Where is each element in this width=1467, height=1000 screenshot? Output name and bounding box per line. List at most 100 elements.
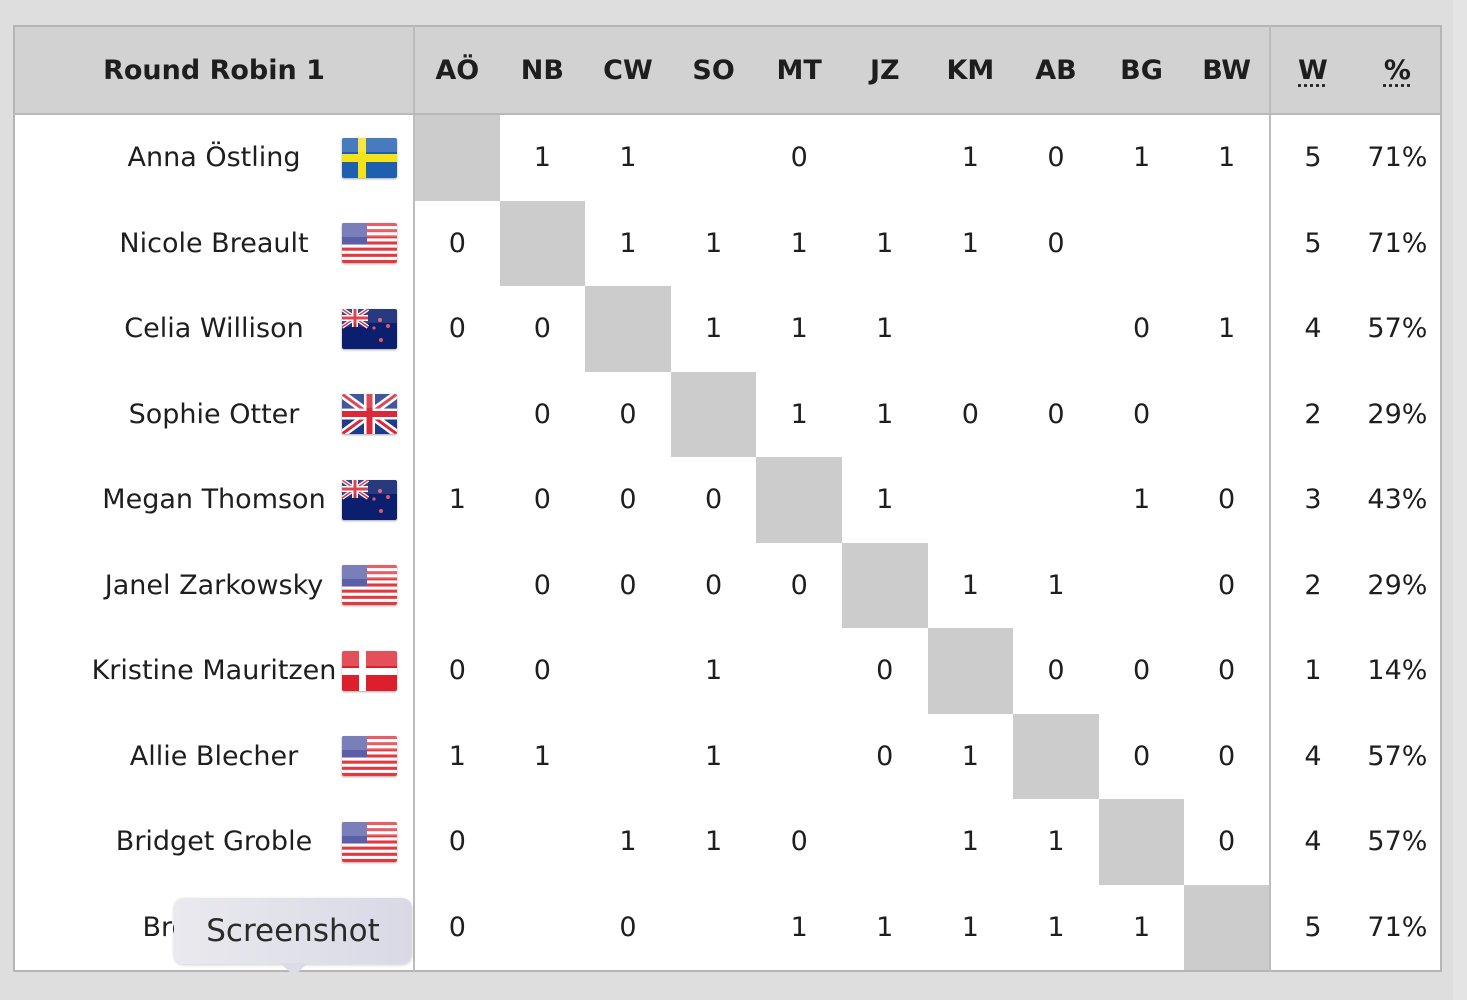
result-cell: 0 [1218, 740, 1236, 772]
win-percent-cell: 57% [1367, 313, 1428, 345]
column-header-opponent[interactable]: AB [1013, 26, 1099, 115]
self-match-cell [1098, 799, 1185, 885]
result-cell [1184, 201, 1270, 287]
result-cell: 1 [704, 655, 723, 687]
win-percent-cell: 57% [1367, 740, 1428, 772]
player-name[interactable]: Nicole Breault [119, 228, 308, 259]
new-zealand-flag-icon [342, 308, 397, 349]
column-header-opponent[interactable]: SO [670, 26, 757, 115]
table-row: Janel Zarkowsky 0 0 0 0 1 1 0 2 29% [14, 542, 1441, 629]
result-cell: 1 [1047, 826, 1065, 858]
table-row: Bridget Groble 0 1 1 0 1 1 0 4 57% [14, 799, 1441, 885]
player-cell: Nicole Breault [14, 201, 414, 287]
result-cell: 1 [413, 457, 500, 543]
player-name[interactable]: Kristine Mauritzen [92, 655, 337, 686]
result-cell: 1 [790, 398, 808, 430]
result-cell: 1 [961, 569, 979, 601]
wins-header-label: W [1298, 54, 1328, 86]
player-name[interactable]: Allie Blecher [130, 741, 298, 772]
column-header-opponent[interactable]: KM [927, 26, 1014, 115]
wins-cell: 2 [1268, 371, 1355, 457]
column-header-opponent[interactable]: NB [499, 26, 586, 115]
column-header-wins[interactable]: W [1268, 26, 1355, 115]
result-cell: 0 [413, 286, 500, 372]
result-cell: 0 [1218, 826, 1236, 858]
self-match-cell [841, 542, 928, 628]
result-cell: 0 [876, 655, 894, 687]
win-percent-cell: 71% [1367, 142, 1428, 174]
result-cell: 0 [790, 826, 808, 858]
result-cell: 1 [704, 313, 723, 345]
result-cell [1099, 543, 1185, 629]
result-cell: 0 [1218, 569, 1236, 601]
result-cell: 1 [619, 826, 637, 858]
win-percent-cell: 29% [1367, 569, 1428, 601]
table-row: Sophie Otter 0 0 1 1 0 0 0 2 29% [14, 371, 1441, 458]
result-cell: 0 [619, 569, 637, 601]
win-percent-cell: 57% [1367, 826, 1428, 858]
result-cell: 1 [704, 826, 723, 858]
column-header-opponent[interactable]: MT [756, 26, 842, 115]
usa-flag-icon [342, 736, 397, 777]
result-cell: 0 [1132, 740, 1151, 772]
result-cell: 1 [876, 398, 894, 430]
result-cell: 0 [790, 142, 808, 174]
result-cell: 1 [704, 227, 723, 259]
table-row: Allie Blecher 1 1 1 0 1 0 0 4 57% [14, 713, 1441, 800]
result-cell [756, 714, 842, 800]
player-cell: Bridget Groble [14, 799, 414, 885]
wins-cell: 5 [1268, 200, 1355, 286]
player-name[interactable]: Bridget Groble [116, 826, 312, 857]
result-cell: 1 [533, 142, 551, 174]
table-row: Kristine Mauritzen 0 0 1 0 0 0 0 1 14% [14, 628, 1441, 714]
result-cell: 0 [1218, 655, 1236, 687]
round-robin-table: Round Robin 1 AÖ NB CW SO MT JZ KM AB BG BW W% Ann… [13, 25, 1442, 972]
wins-cell: 1 [1268, 628, 1355, 714]
result-cell: 0 [1047, 142, 1065, 174]
result-cell: 0 [876, 740, 894, 772]
player-cell: Sophie Otter [14, 372, 414, 458]
wins-cell: 5 [1268, 114, 1355, 201]
player-name[interactable]: Megan Thomson [102, 484, 325, 515]
table-row: Anna Östling 1 1 0 1 0 1 1 5 71% [14, 114, 1441, 201]
column-header-percent[interactable]: % [1354, 26, 1441, 115]
self-match-cell [413, 114, 500, 201]
player-name[interactable]: Celia Willison [124, 313, 303, 344]
result-cell [585, 714, 671, 800]
result-cell: 1 [1132, 142, 1151, 174]
self-match-cell [927, 628, 1014, 714]
player-name[interactable]: Anna Östling [128, 142, 301, 173]
header-row: Round Robin 1 AÖ NB CW SO MT JZ KM AB BG BW W% [14, 26, 1441, 115]
result-cell: 0 [413, 884, 500, 971]
result-cell [413, 542, 500, 628]
result-cell [1099, 201, 1185, 287]
result-cell [500, 799, 586, 885]
result-cell: 1 [876, 484, 894, 516]
result-cell: 1 [790, 911, 808, 943]
uk-flag-icon [342, 394, 397, 435]
result-cell [842, 114, 928, 201]
table-row: Megan Thomson 1 0 0 0 1 1 0 3 43% [14, 457, 1441, 543]
column-header-opponent[interactable]: BW [1184, 26, 1270, 115]
result-cell: 1 [876, 227, 894, 259]
column-header-opponent[interactable]: CW [585, 26, 671, 115]
result-cell [756, 628, 842, 714]
player-cell: Celia Willison [14, 286, 414, 372]
table-title: Round Robin 1 [14, 26, 414, 115]
column-header-opponent[interactable]: AÖ [413, 26, 500, 115]
column-header-opponent[interactable]: JZ [841, 26, 928, 115]
player-name[interactable]: Sophie Otter [129, 399, 300, 430]
self-match-cell [1184, 884, 1270, 971]
result-cell: 1 [619, 227, 637, 259]
player-cell: Allie Blecher [14, 714, 414, 800]
win-percent-cell: 29% [1367, 398, 1428, 430]
wins-cell: 2 [1268, 542, 1355, 628]
column-header-opponent[interactable]: BG [1098, 26, 1185, 115]
result-cell [1013, 286, 1099, 372]
wins-cell: 4 [1268, 799, 1355, 885]
player-name[interactable]: Janel Zarkowsky [105, 570, 323, 601]
result-cell: 1 [876, 313, 894, 345]
result-cell: 0 [533, 398, 551, 430]
result-cell: 1 [876, 911, 894, 943]
result-cell: 1 [790, 227, 808, 259]
